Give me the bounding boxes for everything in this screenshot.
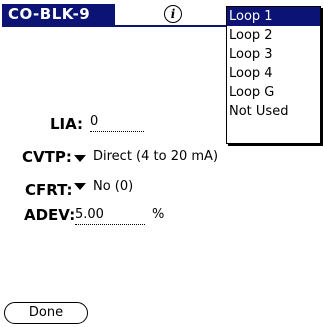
dropdown-item-loop-2[interactable]: Loop 2 bbox=[227, 26, 320, 45]
adev-label: ADEV: bbox=[24, 206, 76, 224]
lia-label: LIA: bbox=[50, 115, 84, 133]
lia-input[interactable]: 0 bbox=[90, 114, 98, 129]
cfrt-label: CFRT: bbox=[25, 181, 73, 199]
dropdown-item-not-used[interactable]: Not Used bbox=[227, 102, 320, 121]
info-icon[interactable]: i bbox=[164, 5, 182, 23]
adev-input[interactable]: 5.00 bbox=[75, 207, 104, 222]
adev-unit: % bbox=[152, 207, 165, 222]
dropdown-item-loop-3[interactable]: Loop 3 bbox=[227, 45, 320, 64]
cfrt-dropdown-icon[interactable] bbox=[74, 183, 86, 190]
dropdown-item-loop-g[interactable]: Loop G bbox=[227, 83, 320, 102]
dropdown-item-loop-1[interactable]: Loop 1 bbox=[227, 7, 320, 26]
loop-dropdown-list[interactable]: Loop 1 Loop 2 Loop 3 Loop 4 Loop G Not U… bbox=[226, 6, 321, 144]
adev-underline bbox=[75, 223, 145, 225]
lia-underline bbox=[90, 130, 144, 132]
cvtp-label: CVTP: bbox=[22, 148, 72, 166]
done-button[interactable]: Done bbox=[4, 302, 88, 324]
dropdown-item-loop-4[interactable]: Loop 4 bbox=[227, 64, 320, 83]
cvtp-select[interactable]: Direct (4 to 20 mA) bbox=[93, 149, 218, 164]
form-title: CO-BLK-9 bbox=[2, 4, 115, 25]
cfrt-select[interactable]: No (0) bbox=[93, 179, 133, 194]
cvtp-dropdown-icon[interactable] bbox=[74, 155, 86, 162]
